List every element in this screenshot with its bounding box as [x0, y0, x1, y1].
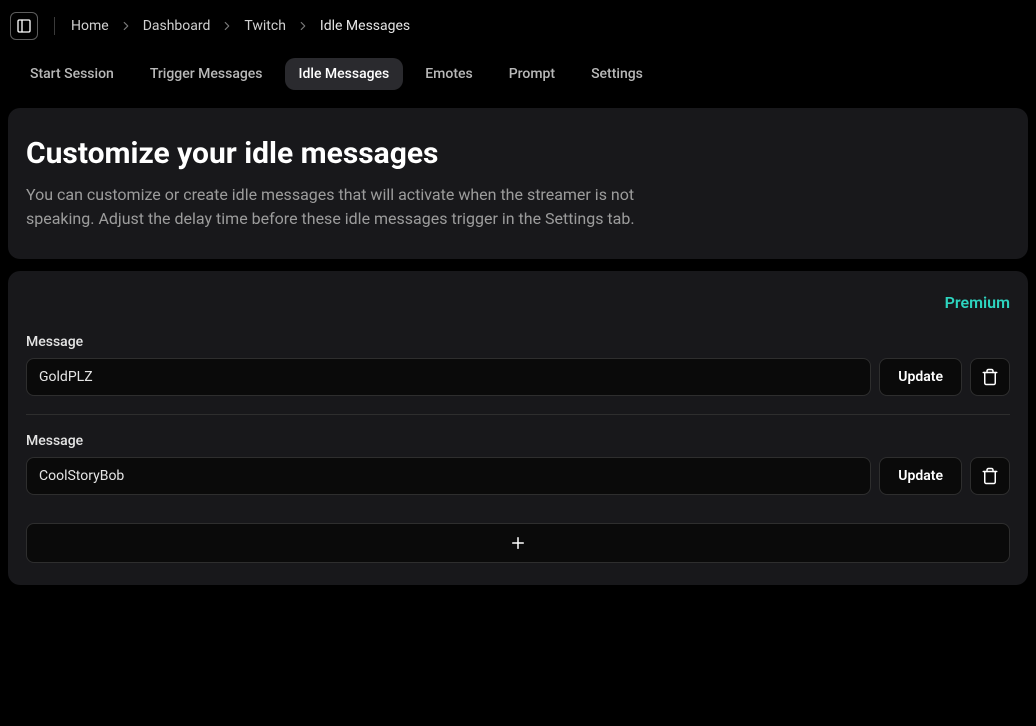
- message-row: Message Update: [26, 433, 1010, 495]
- tab-trigger-messages[interactable]: Trigger Messages: [136, 58, 277, 90]
- message-label: Message: [26, 433, 1010, 449]
- tab-idle-messages[interactable]: Idle Messages: [285, 58, 404, 90]
- page-description: You can customize or create idle message…: [26, 183, 706, 231]
- breadcrumb-item-twitch[interactable]: Twitch: [244, 18, 286, 34]
- premium-badge: Premium: [945, 293, 1010, 312]
- breadcrumb-item-home[interactable]: Home: [71, 18, 109, 34]
- divider: [26, 414, 1010, 415]
- chevron-right-icon: [296, 19, 310, 33]
- page-title: Customize your idle messages: [26, 136, 1010, 171]
- trash-icon: [981, 368, 999, 386]
- message-input[interactable]: [26, 358, 871, 396]
- tabs: Start Session Trigger Messages Idle Mess…: [0, 52, 1036, 108]
- divider: [54, 17, 55, 35]
- update-button[interactable]: Update: [879, 457, 962, 495]
- delete-button[interactable]: [970, 358, 1010, 396]
- message-label: Message: [26, 334, 1010, 350]
- panel-left-icon: [16, 18, 32, 34]
- trash-icon: [981, 467, 999, 485]
- add-message-button[interactable]: [26, 523, 1010, 563]
- chevron-right-icon: [119, 19, 133, 33]
- update-button[interactable]: Update: [879, 358, 962, 396]
- header-panel: Customize your idle messages You can cus…: [8, 108, 1028, 259]
- message-row: Message Update: [26, 334, 1010, 396]
- tab-start-session[interactable]: Start Session: [16, 58, 128, 90]
- tab-emotes[interactable]: Emotes: [411, 58, 486, 90]
- messages-panel: Premium Message Update Message: [8, 271, 1028, 585]
- tab-prompt[interactable]: Prompt: [495, 58, 569, 90]
- breadcrumb: Home Dashboard Twitch Idle Messages: [71, 18, 410, 34]
- chevron-right-icon: [220, 19, 234, 33]
- breadcrumb-item-dashboard[interactable]: Dashboard: [143, 18, 211, 34]
- breadcrumb-item-current: Idle Messages: [320, 18, 410, 34]
- delete-button[interactable]: [970, 457, 1010, 495]
- sidebar-toggle-button[interactable]: [10, 12, 38, 40]
- tab-settings[interactable]: Settings: [577, 58, 657, 90]
- plus-icon: [509, 534, 527, 552]
- message-input[interactable]: [26, 457, 871, 495]
